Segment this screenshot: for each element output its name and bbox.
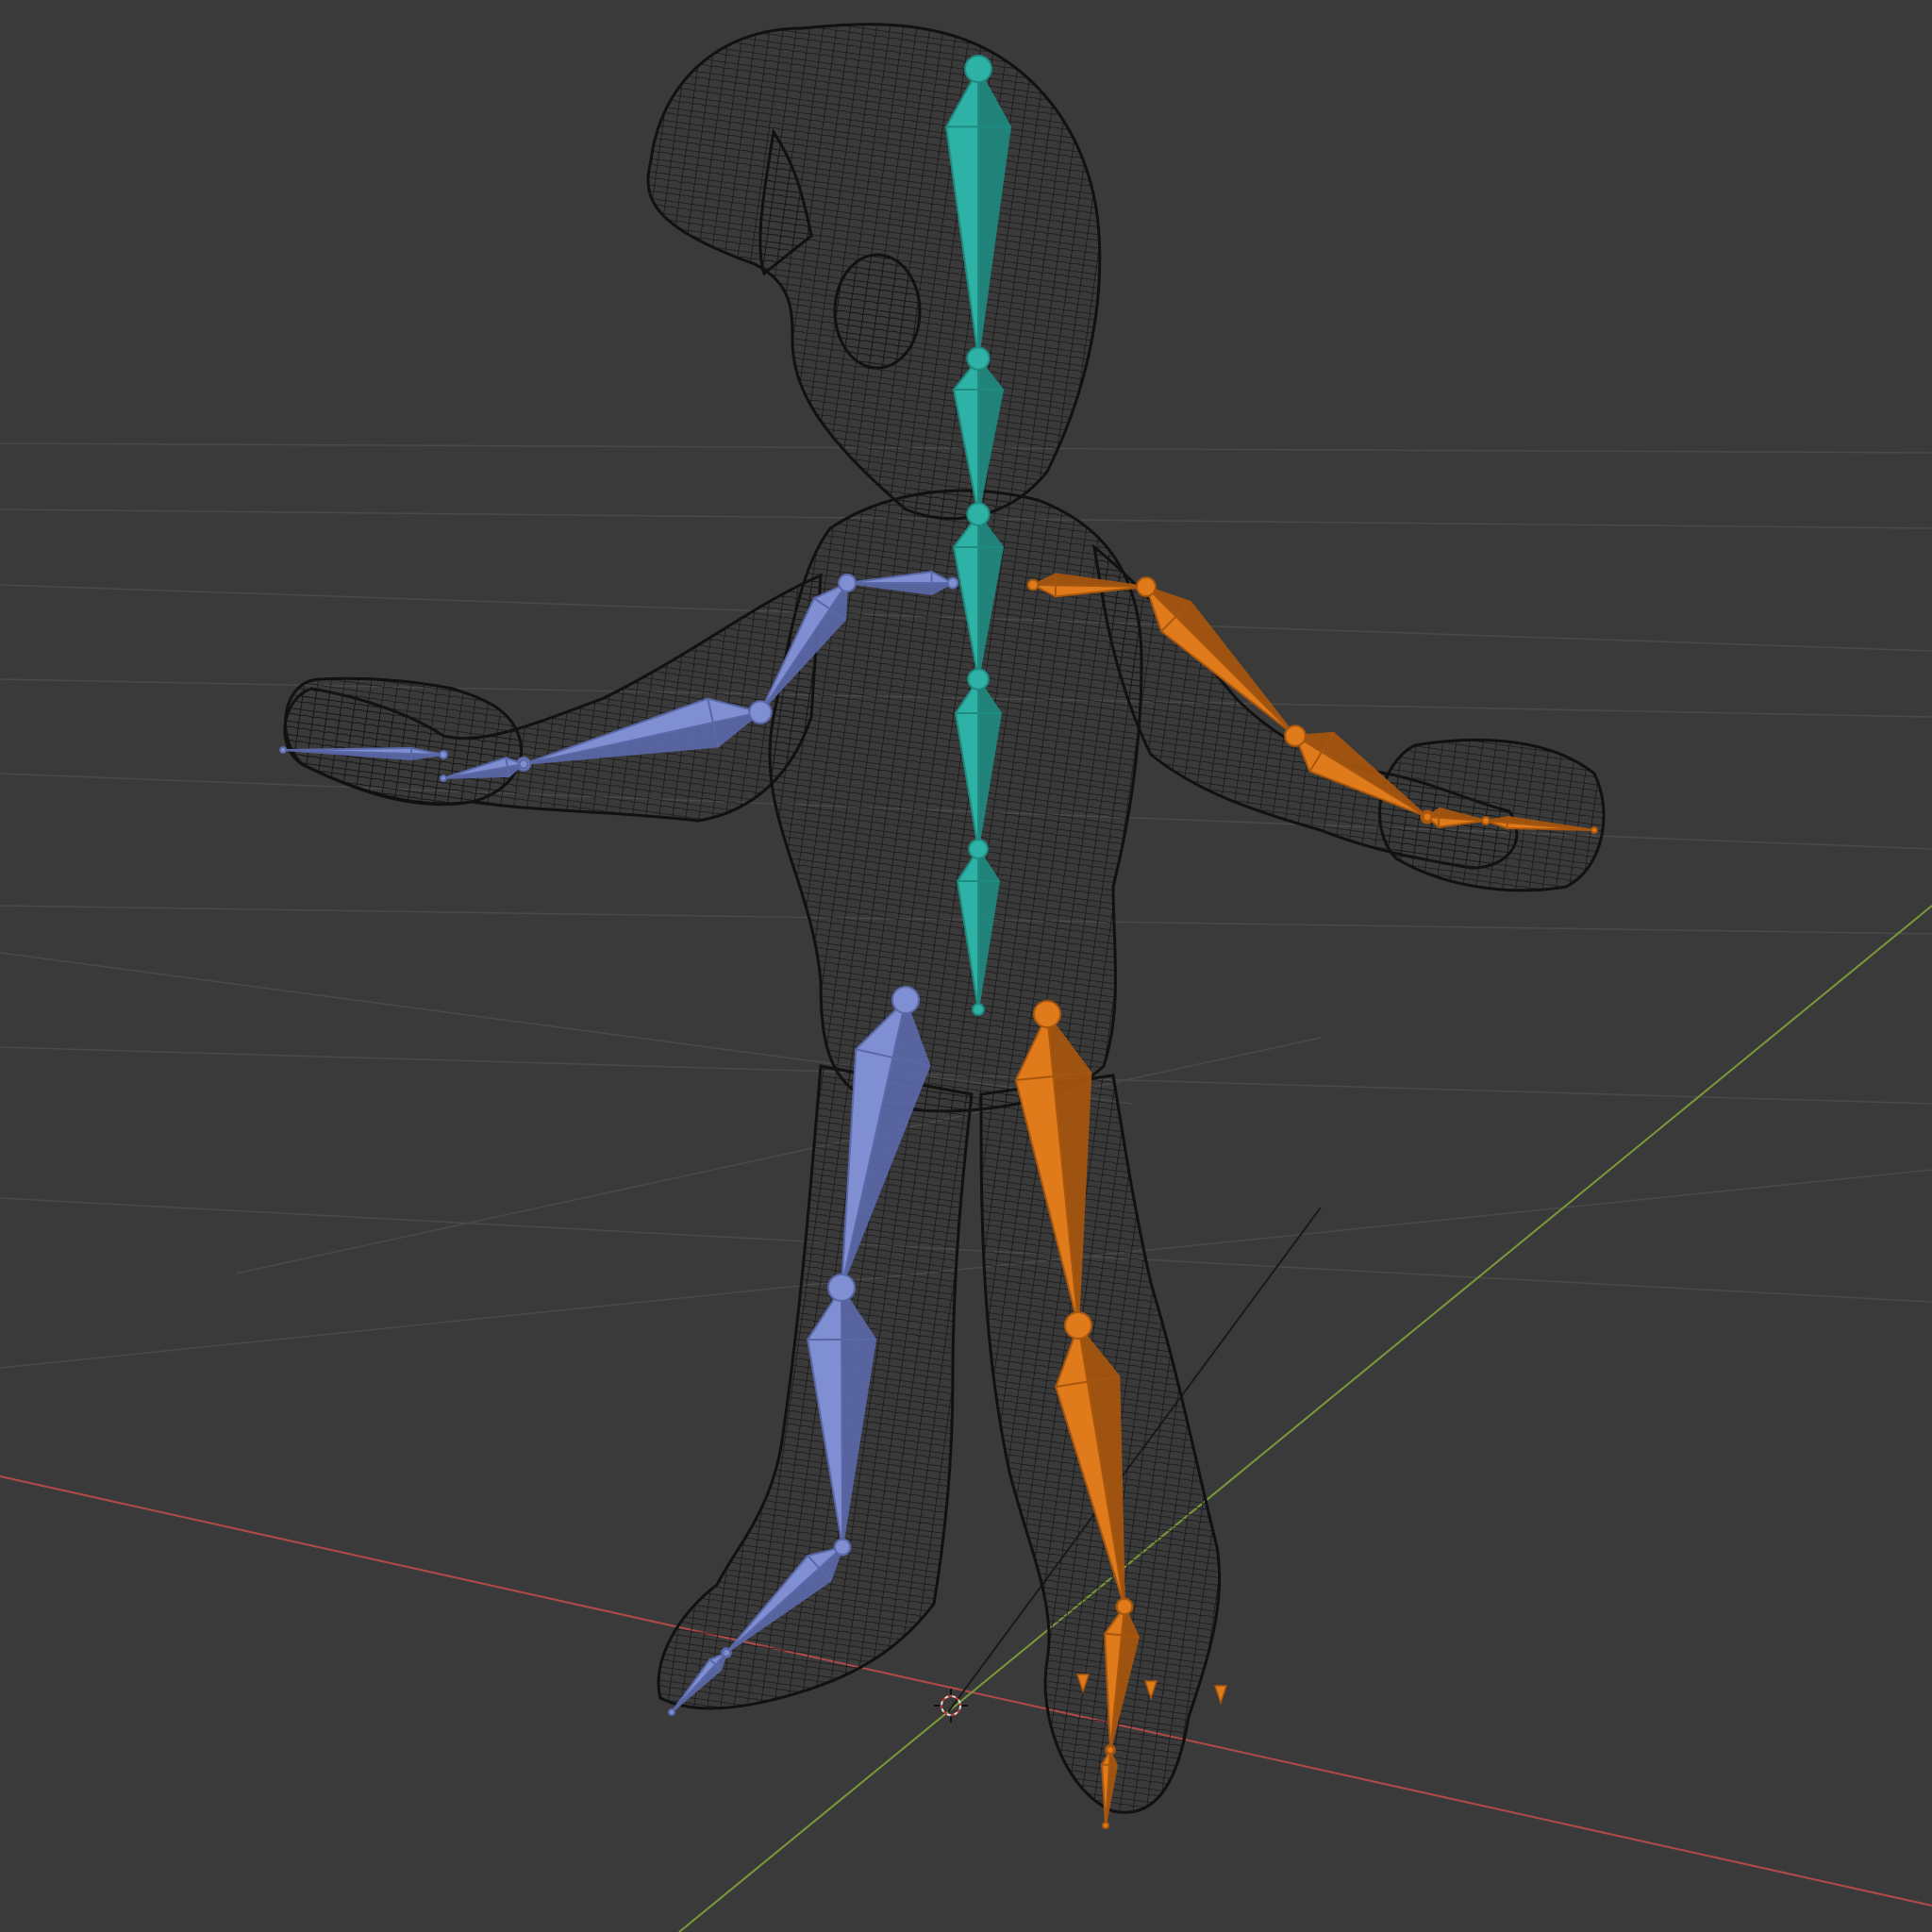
shoulder-left-bone-head-joint[interactable] <box>1026 578 1040 591</box>
toe-right-bone-tail-joint[interactable] <box>668 1708 675 1716</box>
viewport-canvas[interactable] <box>0 0 1932 1932</box>
foot-left-bone-head-joint[interactable] <box>1115 1597 1134 1616</box>
chest-bone-head-joint[interactable] <box>966 502 991 526</box>
upper-arm-left-bone-head-joint[interactable] <box>1136 576 1157 597</box>
toe-right-bone-head-joint[interactable] <box>722 1648 731 1657</box>
shoulder-right-bone-head-joint[interactable] <box>946 576 959 590</box>
mesh-hand-left <box>1378 738 1606 892</box>
forearm-right-bone-head-joint[interactable] <box>748 700 773 724</box>
spine-lower-bone-tail-joint[interactable] <box>972 1003 985 1016</box>
mesh-ear <box>833 253 922 370</box>
3d-viewport[interactable] <box>0 0 1932 1932</box>
hand-left-bone-edge <box>1437 808 1441 827</box>
finger-right-bone-tail-joint[interactable] <box>279 746 287 754</box>
shin-left-bone-head-joint[interactable] <box>1064 1311 1092 1340</box>
hand-right-bone-head-joint[interactable] <box>518 758 529 770</box>
mesh-hand-right <box>284 676 524 806</box>
toe-left-bone-head-joint[interactable] <box>1106 1745 1115 1755</box>
hand-left-bone-head-joint[interactable] <box>1422 811 1433 823</box>
forearm-left-bone-head-joint[interactable] <box>1284 724 1307 747</box>
spine-lower-bone-head-joint[interactable] <box>968 839 989 859</box>
character-mesh[interactable] <box>283 23 1606 1814</box>
finger-left-bone-tail-joint[interactable] <box>1591 826 1598 834</box>
toe-left-bone-edge <box>1101 1763 1118 1767</box>
finger-right-bone-head-joint[interactable] <box>439 750 448 759</box>
thigh-left-bone-head-joint[interactable] <box>1033 1000 1061 1028</box>
spine-upper-bone-head-joint[interactable] <box>967 668 990 691</box>
toe-left-bone-tail-joint[interactable] <box>1102 1822 1109 1829</box>
toe-marker-left-3[interactable] <box>1213 1685 1228 1706</box>
thigh-right-bone-head-joint[interactable] <box>891 986 920 1014</box>
x-axis-line <box>0 1475 1932 1907</box>
upper-arm-right-bone-head-joint[interactable] <box>838 574 857 592</box>
finger-left-bone-head-joint[interactable] <box>1481 816 1491 825</box>
foot-right-bone-head-joint[interactable] <box>833 1538 852 1557</box>
neck-bone-head-joint[interactable] <box>966 346 991 371</box>
hand-right-bone-tail-joint[interactable] <box>440 774 447 782</box>
head-bone-head-joint[interactable] <box>964 55 992 83</box>
shin-right-bone-head-joint[interactable] <box>827 1274 856 1302</box>
